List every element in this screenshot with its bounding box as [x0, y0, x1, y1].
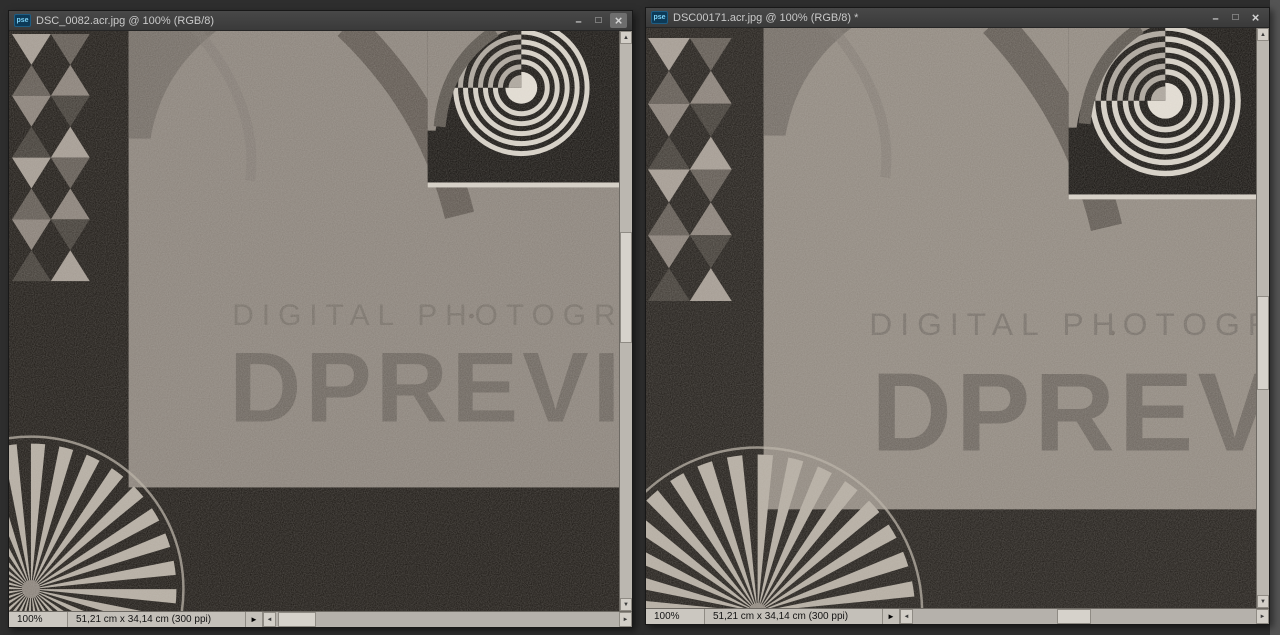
horizontal-scroll-track[interactable] [913, 609, 1256, 624]
vertical-scroll-thumb[interactable] [620, 232, 632, 344]
document-window-left: pse DSC_0082.acr.jpg @ 100% (RGB/8) – □ … [8, 10, 633, 628]
status-menu-button[interactable]: ► [245, 612, 263, 627]
document-window-right: pse DSC00171.acr.jpg @ 100% (RGB/8) * – … [645, 7, 1270, 625]
test-chart-image: DIGITAL PHOTOGRAPHDPREVI [9, 31, 619, 611]
minimize-button[interactable]: – [1207, 10, 1224, 25]
document-size: 51,21 cm x 34,14 cm (300 ppi) [704, 609, 882, 624]
test-chart-image: DIGITAL PHOTOGRAPDPREV [646, 28, 1256, 608]
window-title: DSC00171.acr.jpg @ 100% (RGB/8) * [673, 11, 859, 24]
scroll-right-button[interactable]: ► [1256, 609, 1269, 624]
window-title: DSC_0082.acr.jpg @ 100% (RGB/8) [36, 14, 215, 27]
minimize-icon: – [575, 16, 582, 28]
scroll-left-button[interactable]: ◄ [263, 612, 276, 627]
title-bar[interactable]: pse DSC00171.acr.jpg @ 100% (RGB/8) * – … [646, 8, 1269, 28]
window-body: DIGITAL PHOTOGRAPDPREV ▲ ▼ [646, 28, 1269, 608]
scroll-up-button[interactable]: ▲ [1257, 28, 1269, 41]
maximize-icon: □ [1232, 11, 1239, 23]
vertical-scroll-track[interactable] [620, 44, 632, 598]
document-canvas[interactable]: DIGITAL PHOTOGRAPDPREV [646, 28, 1256, 608]
desktop-edge [1270, 0, 1280, 635]
vertical-scroll-track[interactable] [1257, 41, 1269, 595]
horizontal-scrollbar[interactable]: ◄ ► [263, 612, 632, 627]
vertical-scrollbar[interactable]: ▲ ▼ [1256, 28, 1269, 608]
document-size: 51,21 cm x 34,14 cm (300 ppi) [67, 612, 245, 627]
app-icon: pse [14, 14, 31, 27]
scroll-up-button[interactable]: ▲ [620, 31, 632, 44]
zoom-level[interactable]: 100% [9, 612, 67, 627]
horizontal-scrollbar[interactable]: ◄ ► [900, 609, 1269, 624]
status-bar: 100% 51,21 cm x 34,14 cm (300 ppi) ► ◄ ► [9, 611, 632, 627]
maximize-button[interactable]: □ [590, 13, 607, 28]
scroll-left-button[interactable]: ◄ [900, 609, 913, 624]
scroll-right-button[interactable]: ► [619, 612, 632, 627]
close-button[interactable]: × [1247, 10, 1264, 25]
maximize-icon: □ [595, 14, 602, 26]
close-button[interactable]: × [610, 13, 627, 28]
scroll-down-button[interactable]: ▼ [620, 598, 632, 611]
horizontal-scroll-track[interactable] [276, 612, 619, 627]
app-icon: pse [651, 11, 668, 24]
scroll-down-button[interactable]: ▼ [1257, 595, 1269, 608]
close-icon: × [1251, 10, 1260, 25]
zoom-level[interactable]: 100% [646, 609, 704, 624]
desktop-background: pse DSC_0082.acr.jpg @ 100% (RGB/8) – □ … [0, 0, 1280, 635]
close-icon: × [614, 13, 623, 28]
maximize-button[interactable]: □ [1227, 10, 1244, 25]
minimize-icon: – [1212, 13, 1219, 25]
window-controls: – □ × [570, 13, 627, 28]
horizontal-scroll-thumb[interactable] [278, 612, 316, 627]
window-controls: – □ × [1207, 10, 1264, 25]
title-bar[interactable]: pse DSC_0082.acr.jpg @ 100% (RGB/8) – □ … [9, 11, 632, 31]
status-menu-button[interactable]: ► [882, 609, 900, 624]
vertical-scroll-thumb[interactable] [1257, 295, 1269, 390]
vertical-scrollbar[interactable]: ▲ ▼ [619, 31, 632, 611]
window-body: DIGITAL PHOTOGRAPHDPREVI ▲ ▼ [9, 31, 632, 611]
horizontal-scroll-thumb[interactable] [1057, 609, 1092, 624]
document-canvas[interactable]: DIGITAL PHOTOGRAPHDPREVI [9, 31, 619, 611]
minimize-button[interactable]: – [570, 13, 587, 28]
status-bar: 100% 51,21 cm x 34,14 cm (300 ppi) ► ◄ ► [646, 608, 1269, 624]
